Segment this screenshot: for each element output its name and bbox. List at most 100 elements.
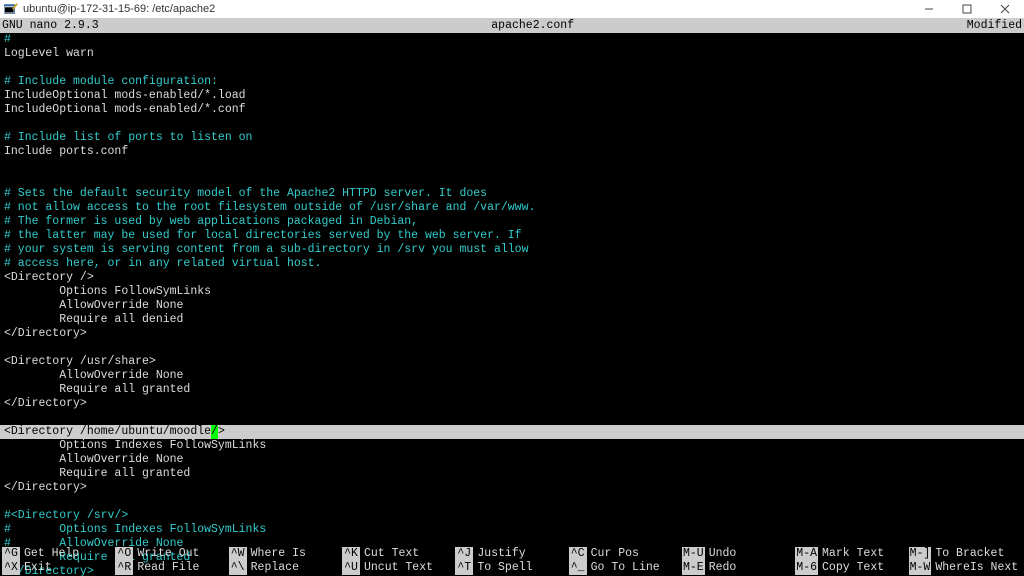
shortcut: ^JJustify (455, 547, 568, 561)
editor-line: <Directory /usr/share> (4, 355, 1020, 369)
minimize-button[interactable] (910, 0, 948, 19)
shortcut: ^\Replace (229, 561, 342, 575)
shortcut-desc: To Spell (473, 561, 532, 575)
editor-line: # (4, 33, 1020, 47)
shortcut-key: M-] (909, 547, 932, 561)
shortcut-key: M-A (795, 547, 818, 561)
window-title: ubuntu@ip-172-31-15-69: /etc/apache2 (23, 3, 215, 15)
cursor-icon: / (211, 425, 218, 439)
editor-line: Include ports.conf (4, 145, 1020, 159)
shortcut-row-1: ^GGet Help^OWrite Out^WWhere Is^KCut Tex… (2, 547, 1022, 561)
editor-line: #<Directory /srv/> (4, 509, 1020, 523)
nano-filename: apache2.conf (99, 19, 967, 33)
shortcut-row-2: ^XExit^RRead File^\Replace^UUncut Text^T… (2, 561, 1022, 575)
putty-icon (3, 1, 19, 17)
editor-line: </Directory> (4, 327, 1020, 341)
shortcut: ^UUncut Text (342, 561, 455, 575)
shortcut-desc: Get Help (20, 547, 79, 561)
shortcut: ^RRead File (115, 561, 228, 575)
editor-line: # access here, or in any related virtual… (4, 257, 1020, 271)
shortcut: M-]To Bracket (909, 547, 1022, 561)
shortcut: ^KCut Text (342, 547, 455, 561)
shortcut-key: ^\ (229, 561, 247, 575)
shortcut: ^XExit (2, 561, 115, 575)
shortcut-key: ^K (342, 547, 360, 561)
shortcut: ^CCur Pos (569, 547, 682, 561)
editor-line (4, 341, 1020, 355)
nano-footer: ^GGet Help^OWrite Out^WWhere Is^KCut Tex… (0, 547, 1024, 576)
editor-line: # the latter may be used for local direc… (4, 229, 1020, 243)
shortcut-desc: Write Out (133, 547, 199, 561)
editor-line: # Include list of ports to listen on (4, 131, 1020, 145)
editor-line (4, 117, 1020, 131)
editor-line (4, 411, 1020, 425)
shortcut: M-AMark Text (795, 547, 908, 561)
editor-line: <Directory /home/ubuntu/moodle/> (0, 425, 1024, 439)
shortcut-desc: Copy Text (818, 561, 884, 575)
shortcut: ^_Go To Line (569, 561, 682, 575)
editor-line: # Include module configuration: (4, 75, 1020, 89)
shortcut-key: M-E (682, 561, 705, 575)
close-button[interactable] (986, 0, 1024, 19)
shortcut-key: ^T (455, 561, 473, 575)
shortcut-desc: Go To Line (587, 561, 660, 575)
shortcut: ^OWrite Out (115, 547, 228, 561)
editor-line (4, 61, 1020, 75)
shortcut-desc: Undo (705, 547, 737, 561)
shortcut-key: ^O (115, 547, 133, 561)
nano-version: GNU nano 2.9.3 (2, 19, 99, 33)
editor-line (4, 159, 1020, 173)
shortcut-desc: Justify (473, 547, 525, 561)
shortcut-desc: Mark Text (818, 547, 884, 561)
shortcut-desc: Exit (20, 561, 52, 575)
shortcut-desc: Redo (705, 561, 737, 575)
editor-line: Require all granted (4, 383, 1020, 397)
editor-line: AllowOverride None (4, 453, 1020, 467)
shortcut-desc: Cut Text (360, 547, 419, 561)
shortcut-key: ^G (2, 547, 20, 561)
shortcut: M-ERedo (682, 561, 795, 575)
editor-line: Require all denied (4, 313, 1020, 327)
shortcut-key: M-U (682, 547, 705, 561)
shortcut-key: ^C (569, 547, 587, 561)
editor-line: Options FollowSymLinks (4, 285, 1020, 299)
editor-line: </Directory> (4, 481, 1020, 495)
shortcut: M-6Copy Text (795, 561, 908, 575)
maximize-button[interactable] (948, 0, 986, 19)
editor-line: <Directory /> (4, 271, 1020, 285)
editor-line: # The former is used by web applications… (4, 215, 1020, 229)
shortcut: ^GGet Help (2, 547, 115, 561)
editor-line: IncludeOptional mods-enabled/*.conf (4, 103, 1020, 117)
editor-line: IncludeOptional mods-enabled/*.load (4, 89, 1020, 103)
nano-header: GNU nano 2.9.3 apache2.conf Modified (0, 19, 1024, 33)
shortcut-desc: Cur Pos (587, 547, 639, 561)
editor-content[interactable]: #LogLevel warn # Include module configur… (0, 33, 1024, 576)
window-titlebar: ubuntu@ip-172-31-15-69: /etc/apache2 (0, 0, 1024, 19)
shortcut-key: ^W (229, 547, 247, 561)
shortcut-key: ^U (342, 561, 360, 575)
editor-line (4, 173, 1020, 187)
shortcut-desc: WhereIs Next (931, 561, 1018, 575)
shortcut-key: ^J (455, 547, 473, 561)
shortcut-key: M-W (909, 561, 932, 575)
editor-line: Require all granted (4, 467, 1020, 481)
editor-line: # Sets the default security model of the… (4, 187, 1020, 201)
shortcut-key: ^_ (569, 561, 587, 575)
editor-line: AllowOverride None (4, 299, 1020, 313)
shortcut: ^TTo Spell (455, 561, 568, 575)
editor-line: AllowOverride None (4, 369, 1020, 383)
shortcut-desc: To Bracket (931, 547, 1004, 561)
shortcut: M-UUndo (682, 547, 795, 561)
nano-status: Modified (967, 19, 1022, 33)
shortcut-key: ^R (115, 561, 133, 575)
editor-line (4, 495, 1020, 509)
shortcut-desc: Uncut Text (360, 561, 433, 575)
shortcut-desc: Replace (247, 561, 299, 575)
editor-line: # not allow access to the root filesyste… (4, 201, 1020, 215)
shortcut: ^WWhere Is (229, 547, 342, 561)
editor-line: </Directory> (4, 397, 1020, 411)
shortcut: M-WWhereIs Next (909, 561, 1022, 575)
terminal[interactable]: GNU nano 2.9.3 apache2.conf Modified #Lo… (0, 19, 1024, 576)
shortcut-key: ^X (2, 561, 20, 575)
editor-line: # your system is serving content from a … (4, 243, 1020, 257)
